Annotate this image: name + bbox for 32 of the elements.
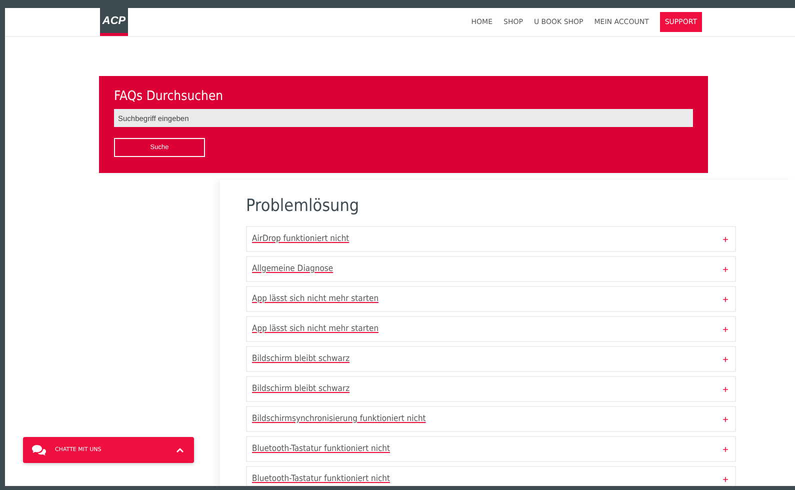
section-title: Problemlösung — [246, 196, 360, 216]
plus-icon — [723, 416, 728, 422]
search-title: FAQs Durchsuchen — [114, 89, 224, 104]
faq-link[interactable]: Bildschirm bleibt schwarz — [252, 354, 350, 364]
plus-icon — [723, 476, 728, 482]
faq-link[interactable]: Allgemeine Diagnose — [252, 264, 334, 274]
faq-link[interactable]: Bluetooth-Tastatur funktioniert nicht — [252, 474, 390, 484]
faq-item[interactable]: App lässt sich nicht mehr starten — [246, 316, 736, 342]
faq-item[interactable]: Allgemeine Diagnose — [246, 256, 736, 282]
logo[interactable]: ACP — [100, 8, 128, 36]
plus-icon — [723, 386, 728, 392]
faq-item[interactable]: Bildschirm bleibt schwarz — [246, 376, 736, 402]
faq-link[interactable]: Bildschirm bleibt schwarz — [252, 384, 350, 394]
plus-icon — [723, 296, 728, 302]
faq-link[interactable]: Bluetooth-Tastatur funktioniert nicht — [252, 444, 390, 454]
plus-icon — [723, 356, 728, 362]
faq-item[interactable]: App lässt sich nicht mehr starten — [246, 286, 736, 312]
faq-item[interactable]: AirDrop funktioniert nicht — [246, 226, 736, 252]
chat-bubbles-icon — [32, 444, 46, 456]
faq-link[interactable]: App lässt sich nicht mehr starten — [252, 324, 379, 334]
faq-link[interactable]: Bildschirmsynchronisierung funktioniert nicht — [252, 414, 426, 424]
faq-link[interactable]: App lässt sich nicht mehr starten — [252, 294, 379, 304]
faq-item[interactable]: Bildschirmsynchronisierung funktioniert nicht — [246, 406, 736, 432]
faq-item[interactable]: Bluetooth-Tastatur funktioniert nicht — [246, 466, 736, 486]
plus-icon — [723, 266, 728, 272]
chevron-up-icon — [176, 448, 184, 452]
faq-item[interactable]: Bildschirm bleibt schwarz — [246, 346, 736, 372]
plus-icon — [723, 446, 728, 452]
plus-icon — [723, 326, 728, 332]
faq-link[interactable]: AirDrop funktioniert nicht — [252, 234, 350, 244]
faq-item[interactable]: Bluetooth-Tastatur funktioniert nicht — [246, 436, 736, 462]
plus-icon — [723, 236, 728, 242]
